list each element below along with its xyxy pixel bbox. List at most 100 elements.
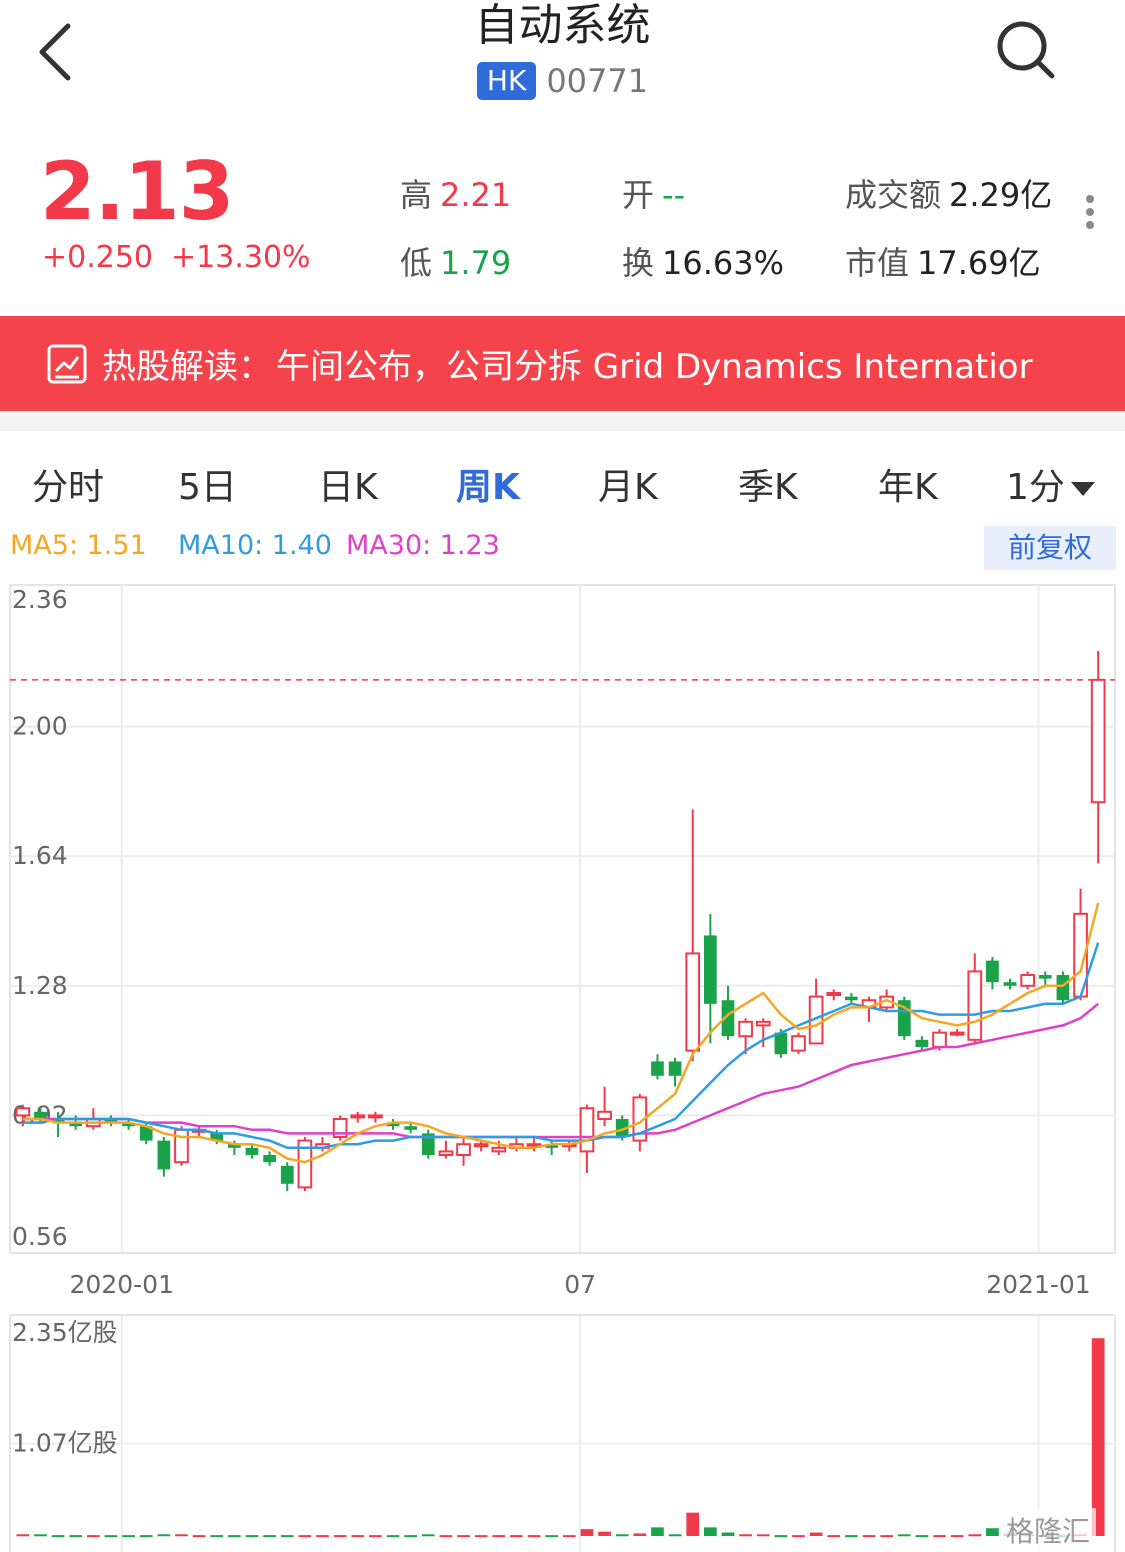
header: 自动系统 HK 00771: [0, 0, 1125, 110]
kline-chart[interactable]: 2.362.001.641.280.920.562020-01072021-01…: [0, 580, 1125, 1552]
change-percent: +13.30%: [171, 240, 311, 275]
candle-body-down: [704, 935, 717, 1004]
volume-bar: [298, 1535, 312, 1538]
stock-code: 00771: [546, 62, 649, 100]
candle-body-up: [1020, 974, 1036, 987]
candle-body-up: [174, 1128, 189, 1164]
candle-body-up: [826, 992, 842, 997]
tab-yearly-k[interactable]: 年K: [878, 458, 938, 510]
candle-body-up: [15, 1107, 31, 1117]
candle-body-up: [791, 1035, 806, 1052]
adjust-price-button[interactable]: 前复权: [984, 526, 1116, 570]
candle-body-up: [967, 970, 983, 1041]
amount-value: 2.29亿: [949, 176, 1053, 214]
date-tick-label: 07: [564, 1270, 596, 1299]
last-price: 2.13: [40, 145, 234, 238]
volume-bar: [756, 1534, 770, 1537]
volume-bar: [157, 1534, 171, 1537]
volume-bar: [686, 1512, 700, 1536]
candle-body-down: [774, 1032, 788, 1055]
candle-body-down: [845, 996, 858, 1001]
candle-body-down: [1038, 975, 1052, 979]
volume-bar: [915, 1535, 929, 1538]
volume-bar: [933, 1535, 946, 1538]
search-icon[interactable]: [990, 14, 1060, 84]
volume-bar: [245, 1535, 259, 1538]
volume-bar: [369, 1535, 382, 1538]
candle-body-down: [1056, 975, 1070, 1001]
candle-body-down: [263, 1155, 276, 1163]
stock-name: 自动系统: [474, 0, 651, 51]
market-badge: HK: [476, 62, 537, 100]
volume-bar: [809, 1532, 823, 1536]
tab-minute-label: 1分: [1006, 467, 1065, 508]
ma30-line: [22, 1002, 1099, 1139]
price-tick-label: 0.56: [12, 1222, 68, 1251]
turnover-cell: 换 16.63%: [622, 238, 784, 284]
volume-bar: [721, 1532, 735, 1536]
more-options-icon[interactable]: [1078, 190, 1102, 240]
candle-body-up: [473, 1143, 489, 1148]
candle-body-up: [350, 1114, 366, 1119]
tab-daily-k[interactable]: 日K: [318, 458, 378, 510]
hot-stock-banner[interactable]: 热股解读： 午间公布，公司分拆 Grid Dynamics Internatio…: [0, 316, 1125, 411]
volume-bar: [34, 1534, 47, 1537]
section-divider: [0, 411, 1125, 431]
volume-bar: [69, 1535, 83, 1538]
tab-minute-dropdown[interactable]: 1分: [1006, 458, 1095, 510]
low-value: 1.79: [440, 244, 512, 282]
candle-body-down: [651, 1061, 664, 1076]
price-tick-label: 1.28: [12, 971, 68, 1000]
volume-bar: [228, 1535, 241, 1538]
candle-body-up: [579, 1107, 595, 1153]
volume-bar: [333, 1535, 347, 1538]
candle-body-down: [986, 960, 999, 983]
volume-bar: [421, 1534, 435, 1537]
candle-body-down: [280, 1165, 294, 1184]
volume-bar: [827, 1535, 841, 1538]
date-tick-label: 2020-01: [70, 1270, 174, 1299]
mktcap-label: 市值: [845, 244, 910, 282]
volume-bar: [492, 1535, 506, 1538]
volume-bar: [139, 1535, 153, 1538]
volume-bar: [386, 1535, 400, 1538]
volume-bar: [280, 1535, 294, 1538]
price-tick-label: 2.36: [12, 585, 68, 614]
banner-label: 热股解读：: [102, 347, 272, 387]
price-change: +0.250 +13.30%: [42, 240, 311, 275]
volume-bar: [633, 1533, 647, 1536]
volume-bar: [580, 1529, 594, 1536]
volume-bar: [210, 1535, 224, 1538]
date-tick-label: 2021-01: [986, 1270, 1090, 1299]
change-amount: +0.250: [42, 240, 154, 275]
amount-label: 成交额: [845, 176, 942, 214]
stock-code-row: HK 00771: [0, 62, 1125, 100]
volume-bar: [86, 1535, 100, 1538]
candle-body-up: [438, 1150, 454, 1157]
volume-bar: [351, 1535, 365, 1538]
candle-body-down: [245, 1147, 259, 1156]
volume-bar: [1091, 1338, 1105, 1536]
volume-bar: [457, 1535, 470, 1538]
volume-bar: [527, 1535, 541, 1538]
candle-body-up: [491, 1146, 507, 1153]
candle-body-down: [668, 1061, 682, 1076]
volume-bar: [439, 1535, 453, 1538]
dropdown-arrow-icon: [1070, 482, 1095, 496]
volume-bar: [897, 1534, 911, 1537]
tab-quarterly-k[interactable]: 季K: [738, 458, 798, 510]
volume-bar: [615, 1534, 629, 1537]
tab-weekly-k[interactable]: 周K: [456, 458, 520, 510]
amount-cell: 成交额 2.29亿: [845, 170, 1052, 216]
volume-bar: [562, 1535, 576, 1538]
tab-monthly-k[interactable]: 月K: [598, 458, 658, 510]
candle-body-down: [157, 1140, 171, 1170]
volume-bar: [545, 1535, 559, 1538]
volume-bar: [862, 1535, 876, 1538]
ma5-legend: MA5: 1.51: [10, 530, 147, 561]
tab-5day[interactable]: 5日: [178, 458, 237, 510]
volume-bar: [404, 1535, 417, 1538]
watermark: 格隆汇: [1000, 1508, 1097, 1552]
tab-timeshare[interactable]: 分时: [32, 458, 104, 510]
price-tick-label: 1.64: [12, 841, 68, 870]
